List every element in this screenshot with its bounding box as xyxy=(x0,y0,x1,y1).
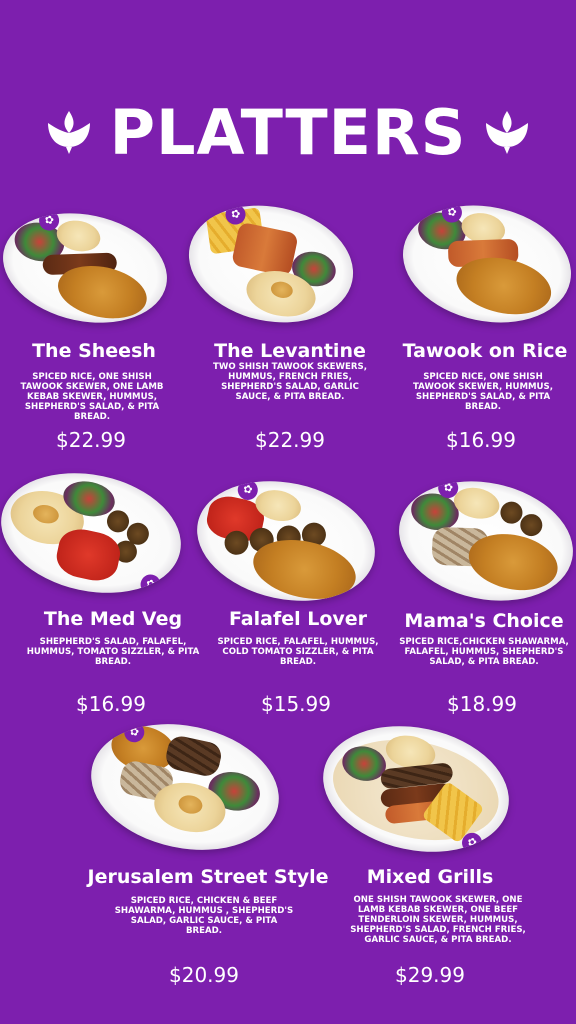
item-name: Jerusalem Street Style xyxy=(87,866,329,888)
dish-image: ✿ xyxy=(0,457,193,609)
item-name: The Sheesh xyxy=(32,340,156,362)
item-description: SPICED RICE, ONE SHISH TAWOOK SKEWER, HU… xyxy=(412,372,553,412)
item-description: SPICED RICE,CHICKEN SHAWARMA, FALAFEL, H… xyxy=(399,637,569,667)
item-description: TWO SHISH TAWOOK SKEWERS, HUMMUS, FRENCH… xyxy=(213,362,367,402)
tulip-icon xyxy=(486,111,529,154)
item-price: $15.99 xyxy=(261,692,331,716)
item-name: The Levantine xyxy=(214,340,366,362)
dish-image: ✿ xyxy=(0,198,178,338)
item-description: SHEPHERD'S SALAD, FALAFEL, HUMMUS, TOMAT… xyxy=(26,637,200,667)
dish-image: ✿ xyxy=(311,709,521,869)
item-description: SPICED RICE, ONE SHISH TAWOOK SKEWER, ON… xyxy=(20,372,164,422)
item-price: $18.99 xyxy=(447,692,517,716)
item-description: ONE SHISH TAWOOK SKEWER, ONE LAMB KEBAB … xyxy=(350,895,526,945)
item-name: Mixed Grills xyxy=(366,866,494,888)
item-description: SPICED RICE, FALAFEL, HUMMUS, COLD TOMAT… xyxy=(217,637,379,667)
item-name: The Med Veg xyxy=(43,608,183,630)
item-name: Tawook on Rice xyxy=(402,340,568,362)
dish-image: ✿ xyxy=(185,465,387,617)
dish-image: ✿ xyxy=(387,465,576,617)
brand-logo-icon: ✿ xyxy=(138,572,163,597)
item-price: $20.99 xyxy=(169,963,239,987)
item-price: $16.99 xyxy=(446,428,516,452)
item-name: Falafel Lover xyxy=(228,608,368,630)
page-header: PLATTERS xyxy=(0,92,576,172)
tulip-icon xyxy=(47,111,90,154)
item-name: Mama's Choice xyxy=(404,610,564,632)
item-price: $29.99 xyxy=(395,963,465,987)
dish-image: ✿ xyxy=(392,190,576,338)
dish-image: ✿ xyxy=(177,190,365,338)
dish-image: ✿ xyxy=(79,707,291,867)
item-price: $22.99 xyxy=(255,428,325,452)
item-price: $16.99 xyxy=(76,692,146,716)
item-price: $22.99 xyxy=(56,428,126,452)
page-title: PLATTERS xyxy=(109,95,467,169)
item-description: SPICED RICE, CHICKEN & BEEF SHAWARMA, HU… xyxy=(114,896,294,936)
